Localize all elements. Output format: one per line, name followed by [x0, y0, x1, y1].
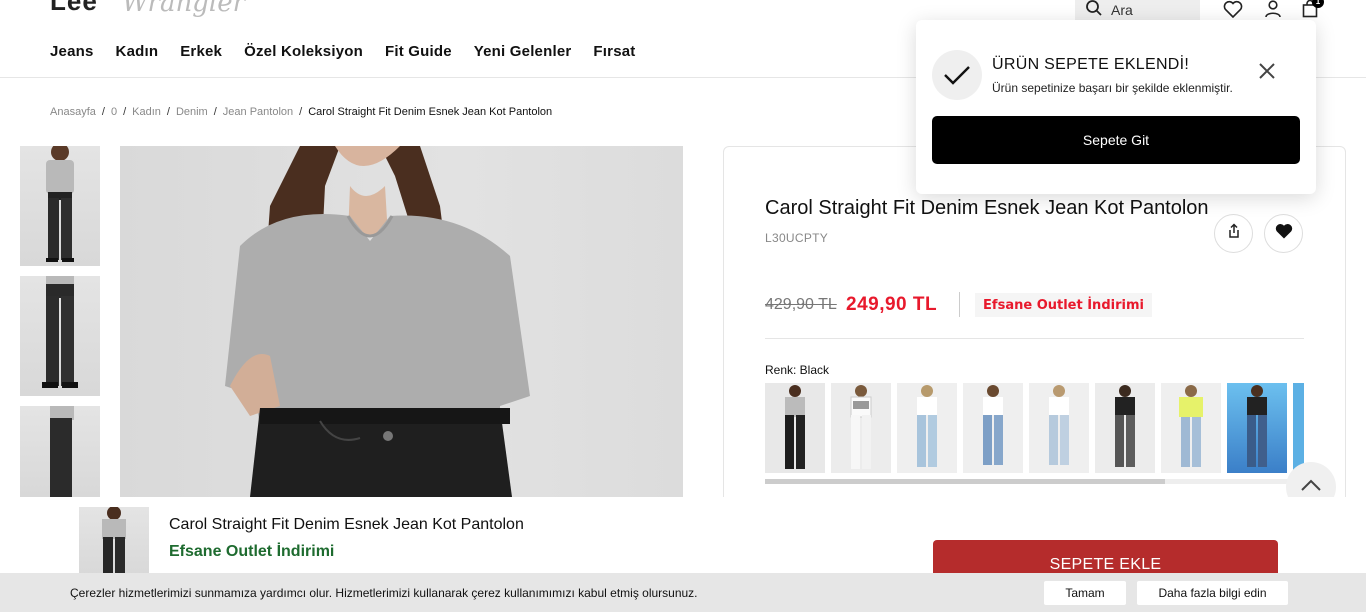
share-icon — [1226, 223, 1242, 244]
price-divider — [959, 292, 960, 317]
favorite-button[interactable] — [1264, 214, 1303, 253]
nav-item-ozel-koleksiyon[interactable]: Özel Koleksiyon — [244, 43, 363, 60]
breadcrumb-current: Carol Straight Fit Denim Esnek Jean Kot … — [308, 106, 553, 118]
color-swatch-light-blue[interactable] — [897, 383, 957, 473]
nav-item-yeni-gelenler[interactable]: Yeni Gelenler — [474, 43, 572, 60]
swatch-scrollbar[interactable] — [765, 479, 1304, 484]
promo-badge: Efsane Outlet İndirimi — [975, 293, 1152, 317]
sale-price: 249,90 TL — [846, 294, 938, 315]
sticky-product-bar: Carol Straight Fit Denim Esnek Jean Kot … — [0, 497, 1366, 590]
color-swatch-stonewash[interactable] — [1161, 383, 1221, 473]
toast-title: ÜRÜN SEPETE EKLENDİ! — [992, 56, 1190, 73]
nav-item-kadin[interactable]: Kadın — [116, 43, 159, 60]
added-to-cart-toast: ÜRÜN SEPETE EKLENDİ! Ürün sepetinize baş… — [916, 20, 1316, 194]
product-title: Carol Straight Fit Denim Esnek Jean Kot … — [765, 197, 1209, 219]
breadcrumb-separator: / — [299, 106, 303, 118]
product-main-image[interactable] — [120, 146, 683, 497]
color-label: Renk: Black — [765, 363, 830, 377]
color-swatch-pale-blue[interactable] — [1029, 383, 1089, 473]
breadcrumb-separator: / — [166, 106, 170, 118]
search-icon — [1085, 0, 1103, 22]
color-swatch-grey[interactable] — [1095, 383, 1155, 473]
breadcrumb-item[interactable]: Kadın — [132, 106, 161, 118]
main-nav: Jeans Kadın Erkek Özel Koleksiyon Fit Gu… — [50, 43, 635, 60]
user-icon[interactable] — [1264, 0, 1284, 20]
color-swatch-dark-blue[interactable] — [1227, 383, 1287, 473]
divider — [765, 338, 1304, 339]
color-swatch-mid-blue[interactable] — [963, 383, 1023, 473]
product-thumbnail[interactable] — [20, 146, 100, 266]
lee-logo[interactable]: Lee — [50, 0, 98, 17]
breadcrumb-item[interactable]: Anasayfa — [50, 106, 96, 118]
nav-item-erkek[interactable]: Erkek — [180, 43, 222, 60]
wrangler-logo[interactable]: Wrangler — [122, 0, 245, 18]
swatch-scrollbar-thumb[interactable] — [765, 479, 1165, 484]
nav-item-firsat[interactable]: Fırsat — [593, 43, 635, 60]
sticky-product-title: Carol Straight Fit Denim Esnek Jean Kot … — [169, 516, 524, 533]
breadcrumb-item[interactable]: Jean Pantolon — [223, 106, 293, 118]
breadcrumb-item[interactable]: 0 — [111, 106, 117, 118]
breadcrumb-separator: / — [101, 106, 105, 118]
breadcrumb-separator: / — [123, 106, 127, 118]
heart-icon[interactable] — [1223, 0, 1243, 20]
cart-count-badge: 1 — [1312, 0, 1324, 8]
color-swatch-black[interactable] — [765, 383, 825, 473]
breadcrumb-item[interactable]: Denim — [176, 106, 208, 118]
search-placeholder: Ara — [1111, 2, 1133, 18]
cookie-text: Çerezler hizmetlerimizi sunmamıza yardım… — [70, 586, 698, 600]
cookie-more-info-button[interactable]: Daha fazla bilgi edin — [1137, 581, 1288, 605]
color-swatches — [765, 383, 1304, 473]
color-swatch-white[interactable] — [831, 383, 891, 473]
heart-filled-icon — [1275, 223, 1293, 244]
share-button[interactable] — [1214, 214, 1253, 253]
toast-message: Ürün sepetinize başarı bir şekilde eklen… — [992, 81, 1233, 95]
product-thumbnail[interactable] — [20, 276, 100, 396]
close-icon[interactable] — [1256, 60, 1278, 82]
go-to-cart-button[interactable]: Sepete Git — [932, 116, 1300, 164]
product-thumbnail[interactable] — [20, 406, 100, 497]
old-price: 429,90 TL — [765, 296, 837, 313]
cookie-banner: Çerezler hizmetlerimizi sunmamıza yardım… — [0, 573, 1366, 612]
breadcrumb: Anasayfa / 0 / Kadın / Denim / Jean Pant… — [50, 106, 552, 118]
color-swatch-more[interactable] — [1293, 383, 1304, 473]
nav-item-fit-guide[interactable]: Fit Guide — [385, 43, 452, 60]
check-icon — [932, 50, 982, 100]
sticky-promo-label: Efsane Outlet İndirimi — [169, 543, 335, 560]
product-page: Lee Wrangler Jeans Kadın Erkek Özel Kole… — [0, 0, 1366, 612]
cookie-accept-button[interactable]: Tamam — [1044, 581, 1126, 605]
sticky-product-thumbnail — [79, 507, 149, 577]
product-sku: L30UCPTY — [765, 231, 829, 245]
chevron-up-icon — [1300, 478, 1322, 497]
search-input[interactable]: Ara — [1075, 0, 1200, 20]
breadcrumb-separator: / — [213, 106, 217, 118]
nav-item-jeans[interactable]: Jeans — [50, 43, 94, 60]
